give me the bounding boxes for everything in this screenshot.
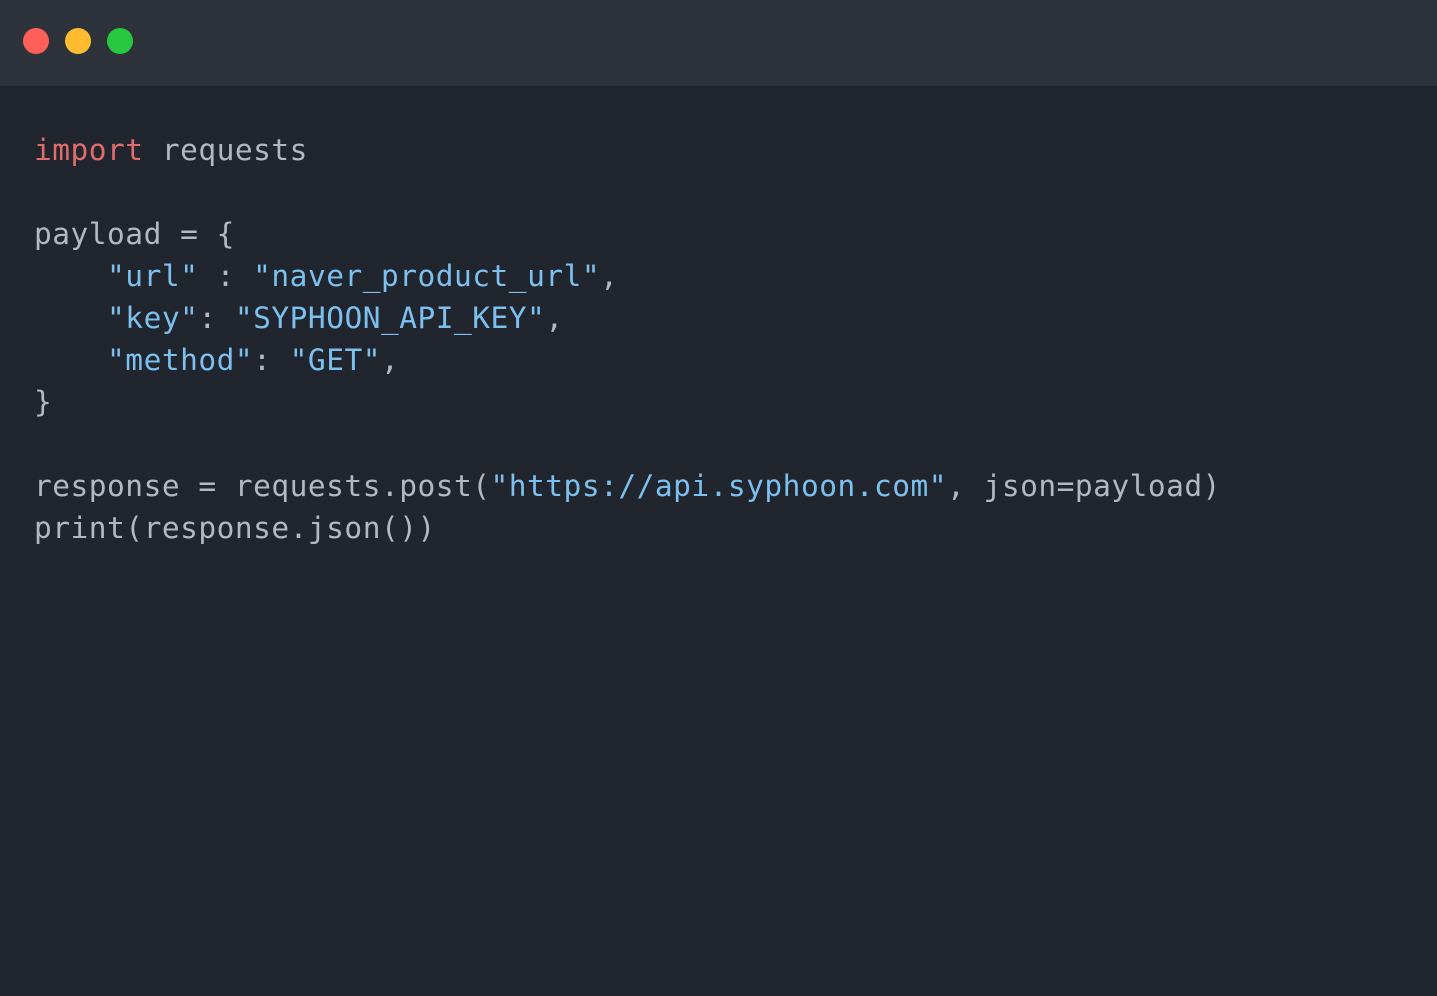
- code-text: :: [198, 259, 254, 293]
- code-text: , json=payload): [947, 469, 1221, 503]
- close-window-button[interactable]: [23, 28, 49, 54]
- code-text: ,: [545, 301, 564, 335]
- code-string: "method": [107, 343, 254, 377]
- code-text: :: [253, 343, 290, 377]
- maximize-window-button[interactable]: [107, 28, 133, 54]
- code-text: response = requests.post(: [34, 469, 491, 503]
- code-text: ,: [600, 259, 619, 293]
- code-line: import requests: [34, 129, 1221, 171]
- code-keyword: import: [34, 133, 144, 167]
- code-string: "https://api.syphoon.com": [490, 469, 948, 503]
- code-line: "key": "SYPHOON_API_KEY",: [34, 297, 1221, 339]
- code-block: import requests payload = { "url" : "nave…: [34, 129, 1221, 549]
- code-line: print(response.json()): [34, 507, 1221, 549]
- minimize-window-button[interactable]: [65, 28, 91, 54]
- code-string: "key": [107, 301, 199, 335]
- code-text: payload = {: [34, 217, 235, 251]
- code-text: ,: [380, 343, 400, 377]
- code-window: import requests payload = { "url" : "nave…: [0, 0, 1437, 996]
- code-line: payload = {: [34, 213, 1221, 255]
- window-titlebar: [0, 0, 1437, 86]
- code-line: "url" : "naver_product_url",: [34, 255, 1221, 297]
- code-string: "SYPHOON_API_KEY": [234, 301, 546, 335]
- code-line: }: [34, 381, 1221, 423]
- code-text: :: [198, 301, 235, 335]
- code-text: print(response.json()): [34, 511, 436, 545]
- code-string: "url": [107, 259, 199, 293]
- code-text: }: [34, 385, 53, 419]
- code-line: response = requests.post("https://api.sy…: [34, 465, 1221, 507]
- code-string: "naver_product_url": [253, 259, 601, 293]
- code-string: "GET": [289, 343, 381, 377]
- code-line: "method": "GET",: [34, 339, 1221, 381]
- code-text: requests: [143, 133, 308, 167]
